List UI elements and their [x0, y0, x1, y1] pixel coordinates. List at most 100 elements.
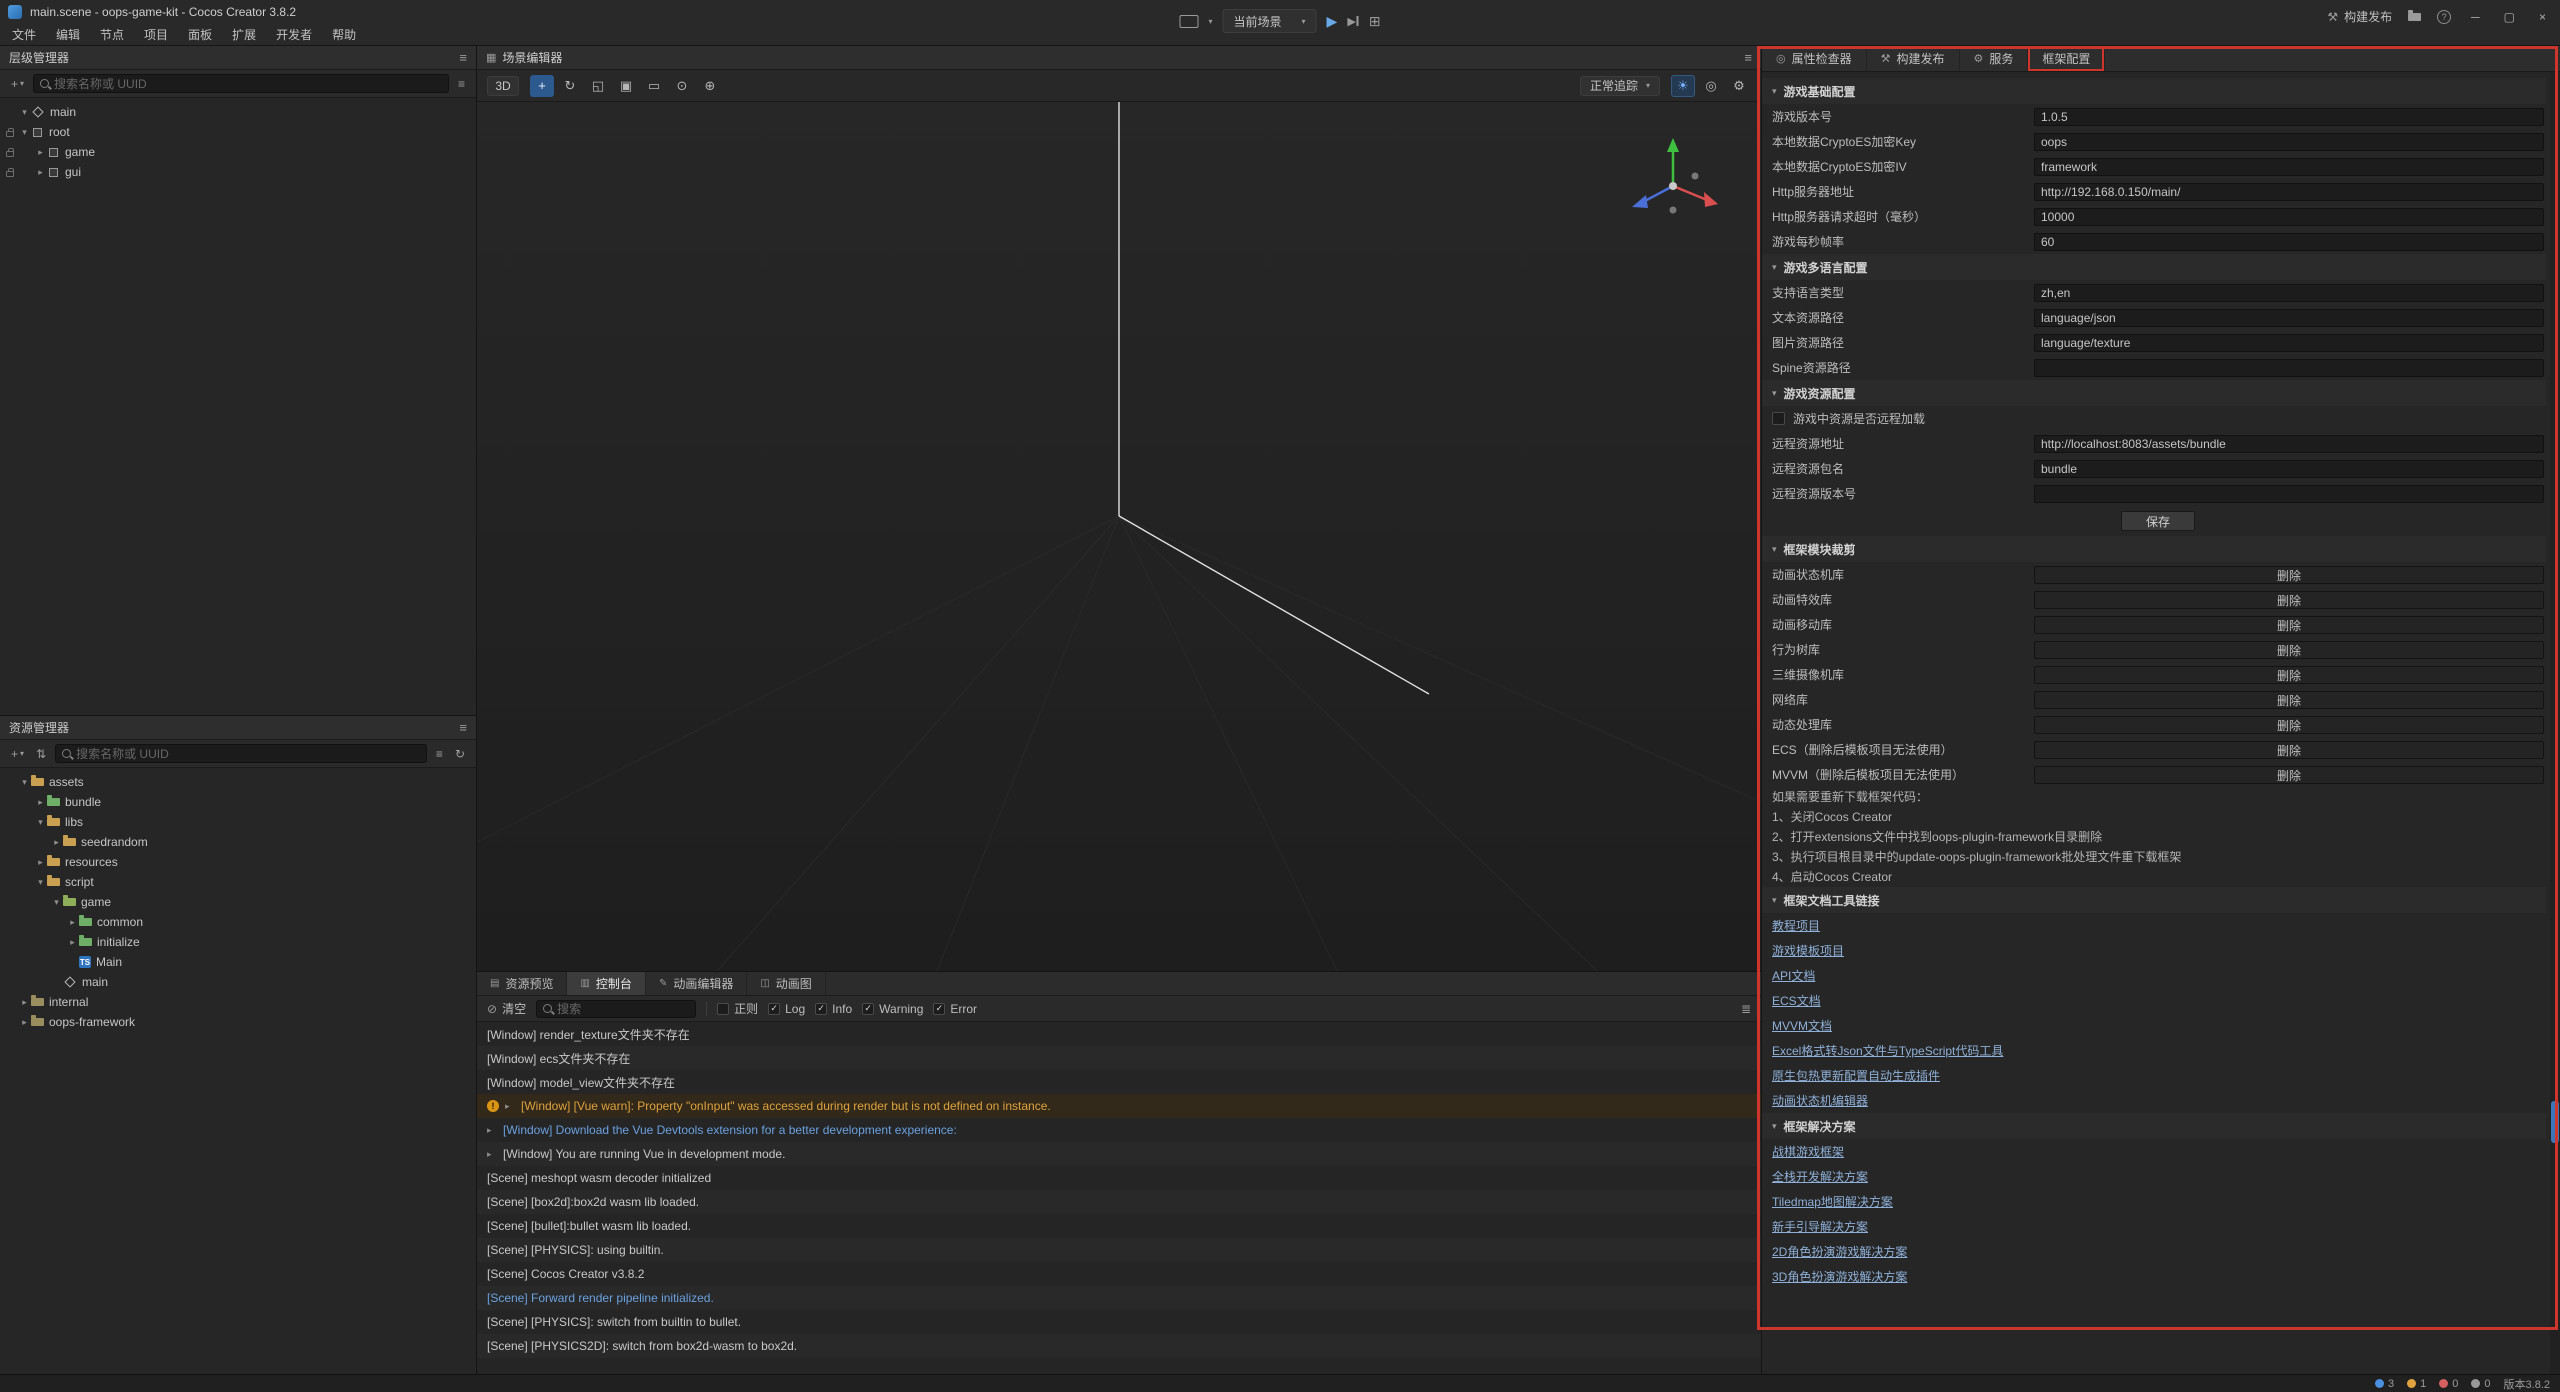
log-count[interactable]: 3: [2375, 1378, 2394, 1390]
hierarchy-searchbox[interactable]: [33, 74, 449, 93]
minimize-button[interactable]: ─: [2467, 10, 2484, 24]
framework-link[interactable]: 全栈开发解决方案: [1772, 1168, 1868, 1185]
scrollbar[interactable]: [2550, 72, 2560, 1374]
gear-icon[interactable]: ⚙: [1727, 75, 1751, 97]
asset-node[interactable]: ▾libs: [0, 812, 476, 832]
menu-icon[interactable]: ≡: [1744, 50, 1752, 65]
menu-item[interactable]: 帮助: [322, 24, 366, 46]
property-input[interactable]: [2034, 309, 2544, 327]
mode-3d-button[interactable]: 3D: [487, 76, 519, 96]
inspector-tab[interactable]: ⚙服务: [1960, 46, 2029, 71]
console-search-input[interactable]: [557, 1002, 689, 1016]
property-input[interactable]: [2034, 208, 2544, 226]
asset-node[interactable]: ▸common: [0, 912, 476, 932]
checkbox[interactable]: ✓: [862, 1003, 874, 1015]
pivot-icon[interactable]: ⊙: [670, 75, 694, 97]
notice-count[interactable]: 0: [2471, 1378, 2490, 1390]
log-row[interactable]: [Scene] meshopt wasm decoder initialized: [477, 1166, 1761, 1190]
inspector-tab[interactable]: ◎属性检查器: [1762, 46, 1867, 71]
checkbox[interactable]: [1772, 412, 1785, 425]
expand-arrow-icon[interactable]: ▸: [18, 1017, 31, 1028]
asset-node[interactable]: ▾game: [0, 892, 476, 912]
delete-button[interactable]: 删除: [2034, 591, 2544, 609]
log-row[interactable]: [Scene] Forward render pipeline initiali…: [477, 1286, 1761, 1310]
framework-link[interactable]: 3D角色扮演游戏解决方案: [1772, 1268, 1907, 1285]
filter-log[interactable]: ✓Log: [768, 1002, 805, 1016]
menu-item[interactable]: 编辑: [46, 24, 90, 46]
framework-link[interactable]: MVVM文档: [1772, 1017, 1832, 1034]
expand-arrow-icon[interactable]: ▾: [50, 897, 63, 908]
expand-arrow-icon[interactable]: ▸: [66, 937, 79, 948]
camera-icon[interactable]: ◎: [1699, 75, 1723, 97]
layout-icon[interactable]: ⊞: [1369, 13, 1381, 30]
checkbox[interactable]: ✓: [815, 1003, 827, 1015]
scrollbar-thumb[interactable]: [2551, 1101, 2559, 1143]
filter-icon[interactable]: ≡: [433, 745, 446, 763]
light-icon[interactable]: ☀: [1671, 75, 1695, 97]
delete-button[interactable]: 删除: [2034, 766, 2544, 784]
section-header[interactable]: ▾游戏基础配置: [1762, 78, 2546, 104]
log-row[interactable]: [Window] render_texture文件夹不存在: [477, 1022, 1761, 1046]
assets-search-input[interactable]: [76, 747, 420, 761]
menu-item[interactable]: 开发者: [266, 24, 322, 46]
log-row[interactable]: ▸[Window] Download the Vue Devtools exte…: [477, 1118, 1761, 1142]
expand-arrow-icon[interactable]: ▾: [34, 817, 47, 828]
filter-warning[interactable]: ✓Warning: [862, 1002, 923, 1016]
framework-link[interactable]: 原生包热更新配置自动生成插件: [1772, 1067, 1940, 1084]
log-row[interactable]: [Scene] [box2d]:box2d wasm lib loaded.: [477, 1190, 1761, 1214]
expand-arrow-icon[interactable]: ▸: [487, 1125, 496, 1136]
expand-arrow-icon[interactable]: ▸: [34, 797, 47, 808]
property-input[interactable]: [2034, 334, 2544, 352]
error-count[interactable]: 0: [2439, 1378, 2458, 1390]
delete-button[interactable]: 删除: [2034, 741, 2544, 759]
expand-arrow-icon[interactable]: ▾: [18, 777, 31, 788]
asset-node[interactable]: ▸internal: [0, 992, 476, 1012]
framework-link[interactable]: Excel格式转Json文件与TypeScript代码工具: [1772, 1042, 2003, 1059]
framework-link[interactable]: Tiledmap地图解决方案: [1772, 1193, 1893, 1210]
inspector-tab[interactable]: ⚒构建发布: [1867, 46, 1960, 71]
transform-tool-icon[interactable]: ▭: [642, 75, 666, 97]
menu-icon[interactable]: ≡: [459, 720, 467, 735]
property-input[interactable]: [2034, 359, 2544, 377]
hierarchy-node[interactable]: ▸game: [0, 142, 476, 162]
asset-node[interactable]: ▸seedrandom: [0, 832, 476, 852]
scene-viewport[interactable]: [477, 102, 1761, 971]
world-icon[interactable]: ⊕: [698, 75, 722, 97]
regex-toggle[interactable]: 正则: [717, 1000, 758, 1017]
expand-arrow-icon[interactable]: ▸: [66, 917, 79, 928]
section-header[interactable]: ▾框架解决方案: [1762, 1113, 2546, 1139]
asset-node[interactable]: ▸oops-framework: [0, 1012, 476, 1032]
device-preview-icon[interactable]: [1179, 15, 1198, 28]
lock-icon[interactable]: [6, 131, 14, 137]
gizmo-mode-select[interactable]: 正常追踪 ▾: [1580, 76, 1660, 96]
move-tool-icon[interactable]: +: [530, 75, 554, 97]
delete-button[interactable]: 删除: [2034, 641, 2544, 659]
hierarchy-node[interactable]: ▸gui: [0, 162, 476, 182]
menu-icon[interactable]: ≡: [459, 50, 467, 65]
log-row[interactable]: [Scene] [PHYSICS]: using builtin.: [477, 1238, 1761, 1262]
log-row[interactable]: [Scene] [bullet]:bullet wasm lib loaded.: [477, 1214, 1761, 1238]
property-input[interactable]: [2034, 183, 2544, 201]
sort-icon[interactable]: ⇅: [33, 745, 49, 763]
console-tab[interactable]: ▤资源预览: [477, 972, 567, 995]
menu-item[interactable]: 扩展: [222, 24, 266, 46]
framework-link[interactable]: 新手引导解决方案: [1772, 1218, 1868, 1235]
property-input[interactable]: [2034, 233, 2544, 251]
property-input[interactable]: [2034, 284, 2544, 302]
property-input[interactable]: [2034, 108, 2544, 126]
scale-tool-icon[interactable]: ◱: [586, 75, 610, 97]
lock-icon[interactable]: [6, 151, 14, 157]
rotate-tool-icon[interactable]: ↻: [558, 75, 582, 97]
log-file-icon[interactable]: ≣: [1741, 1002, 1751, 1016]
hierarchy-node[interactable]: ▾main: [0, 102, 476, 122]
expand-arrow-icon[interactable]: ▸: [487, 1149, 496, 1160]
delete-button[interactable]: 删除: [2034, 716, 2544, 734]
property-input[interactable]: [2034, 460, 2544, 478]
filter-error[interactable]: ✓Error: [933, 1002, 977, 1016]
filter-info[interactable]: ✓Info: [815, 1002, 852, 1016]
framework-link[interactable]: 动画状态机编辑器: [1772, 1092, 1868, 1109]
expand-arrow-icon[interactable]: ▸: [18, 997, 31, 1008]
log-row[interactable]: [Window] ecs文件夹不存在: [477, 1046, 1761, 1070]
expand-arrow-icon[interactable]: ▸: [50, 837, 63, 848]
section-header[interactable]: ▾框架文档工具链接: [1762, 887, 2546, 913]
